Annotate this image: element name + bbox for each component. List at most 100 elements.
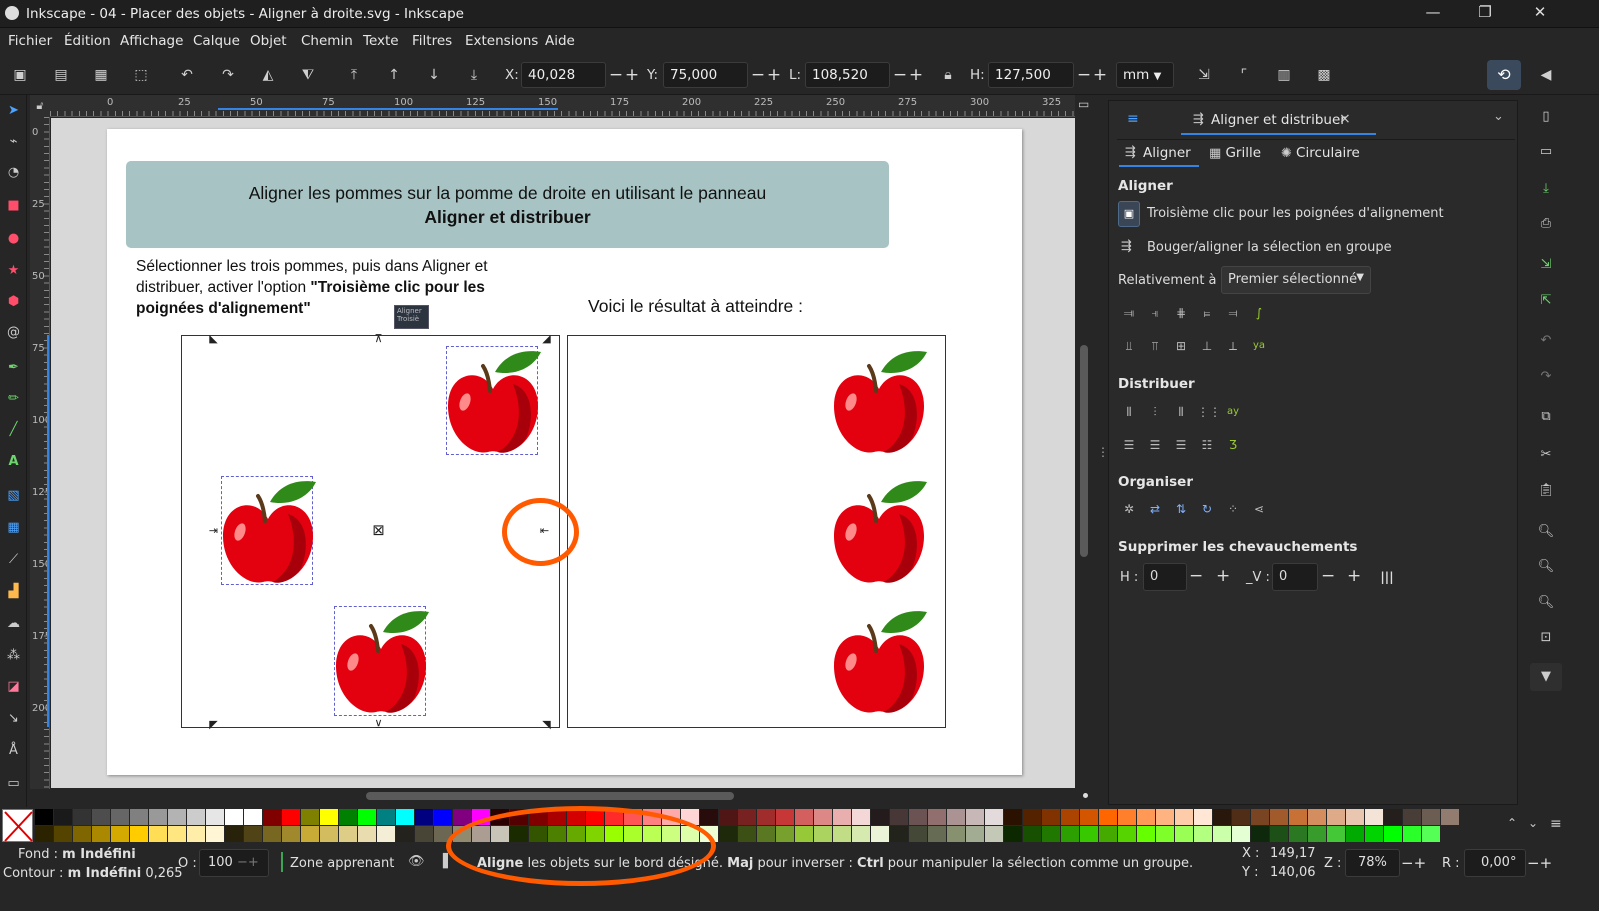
apple-middle-left[interactable] [218, 474, 318, 589]
color-swatch[interactable] [776, 826, 794, 842]
zoom-drawing-icon[interactable]: 🔍︎ [1536, 557, 1556, 577]
distribute-left-icon[interactable]: ⫴ [1119, 402, 1139, 422]
minimize-button[interactable]: — [1418, 3, 1448, 25]
align-handle-bottom-left-icon[interactable]: ◤ [208, 719, 219, 730]
import-icon[interactable]: ⇲ [1536, 255, 1556, 275]
relative-select[interactable]: Premier sélectionné ▼ [1221, 266, 1371, 294]
subtab-grille[interactable]: ▦ Grille [1209, 145, 1261, 161]
move-patterns-icon[interactable]: ▩ [1313, 64, 1335, 86]
color-swatch[interactable] [130, 826, 148, 842]
color-swatch[interactable] [35, 826, 53, 842]
color-swatch[interactable] [339, 826, 357, 842]
color-swatch[interactable] [1137, 809, 1155, 825]
color-swatch[interactable] [301, 826, 319, 842]
align-baseline-icon[interactable]: ya [1249, 336, 1269, 356]
measure-tool-icon[interactable]: Å [3, 740, 24, 761]
color-swatch[interactable] [358, 809, 376, 825]
third-click-toggle-icon[interactable]: ▣ [1118, 201, 1140, 227]
palette-scroll-down-icon[interactable]: ⌄ [1528, 816, 1538, 830]
distribute-gaps-h-icon[interactable]: ⋮⋮ [1197, 402, 1221, 422]
color-swatch[interactable] [1441, 809, 1459, 825]
menu-objet[interactable]: Objet [250, 33, 287, 49]
color-swatch[interactable] [187, 826, 205, 842]
overlap-v-increment[interactable]: + [1347, 566, 1361, 586]
panel-dropdown-icon[interactable]: ⌄ [1493, 109, 1504, 124]
color-swatch[interactable] [73, 826, 91, 842]
exchange-clockwise-icon[interactable]: ↻ [1197, 499, 1217, 519]
star-tool-icon[interactable]: ★ [3, 260, 24, 281]
distribute-centers-h-icon[interactable]: ⫶ [1145, 402, 1165, 422]
snap-toggle-icon[interactable]: ⟲ [1487, 60, 1521, 90]
mesh-tool-icon[interactable]: ▦ [3, 517, 24, 538]
rotate-cw-icon[interactable]: ↷ [217, 64, 239, 86]
color-swatch[interactable] [1061, 809, 1079, 825]
lower-icon[interactable]: ↓ [423, 64, 445, 86]
tweak-tool-icon[interactable]: ◔ [3, 162, 24, 183]
ellipse-tool-icon[interactable]: ● [3, 228, 24, 249]
color-swatch[interactable] [1365, 809, 1383, 825]
apple-result-bottom[interactable] [829, 604, 929, 719]
width-input[interactable]: 108,520 [805, 62, 890, 88]
scale-stroke-icon[interactable]: ⇲ [1193, 64, 1215, 86]
y-input[interactable]: 75,000 [663, 62, 748, 88]
node-tool-icon[interactable]: ⌁ [3, 131, 24, 152]
distribute-top-icon[interactable]: ☰ [1119, 435, 1139, 455]
color-swatch[interactable] [1004, 826, 1022, 842]
color-swatch[interactable] [225, 809, 243, 825]
color-swatch[interactable] [111, 809, 129, 825]
copy-icon[interactable]: ⧉ [1536, 407, 1556, 427]
color-swatch[interactable] [1289, 809, 1307, 825]
color-swatch[interactable] [1327, 826, 1345, 842]
center-horizontal-axis-icon[interactable]: ⊞ [1171, 336, 1191, 356]
tab-aligner-et-distribuer[interactable]: ⇶ Aligner et distribuer × [1181, 107, 1376, 135]
color-swatch[interactable] [35, 809, 53, 825]
align-bottom-to-top-icon[interactable]: ⫫ [1119, 336, 1139, 356]
menu-texte[interactable]: Texte [363, 33, 399, 49]
color-swatch[interactable] [1004, 809, 1022, 825]
move-group-icon[interactable]: ⇶ [1121, 239, 1132, 254]
tweak2-tool-icon[interactable]: ☁ [3, 613, 24, 634]
align-handle-top-icon[interactable]: ⊼ [373, 333, 384, 344]
distribute-baseline-v-icon[interactable]: Ʒ [1223, 435, 1243, 455]
color-swatch[interactable] [1023, 826, 1041, 842]
color-swatch[interactable] [738, 809, 756, 825]
color-swatch[interactable] [301, 809, 319, 825]
color-swatch[interactable] [377, 809, 395, 825]
rotation-input[interactable]: 0,00° [1464, 849, 1526, 877]
eraser-tool-icon[interactable]: ◪ [3, 676, 24, 697]
align-top-edges-icon[interactable]: ⫪ [1145, 336, 1165, 356]
color-swatch[interactable] [168, 809, 186, 825]
color-swatch[interactable] [1099, 826, 1117, 842]
current-layer[interactable]: Zone apprenant [290, 856, 394, 871]
color-swatch[interactable] [1118, 826, 1136, 842]
menu-chemin[interactable]: Chemin [301, 33, 353, 49]
color-swatch[interactable] [1099, 809, 1117, 825]
color-swatch[interactable] [1023, 809, 1041, 825]
color-swatch[interactable] [1346, 809, 1364, 825]
color-swatch[interactable] [1365, 826, 1383, 842]
subtab-aligner[interactable]: ⇶ Aligner [1119, 141, 1199, 167]
color-swatch[interactable] [1270, 809, 1288, 825]
height-input[interactable]: 127,500 [988, 62, 1074, 88]
selector-tool-icon[interactable]: ➤ [3, 100, 24, 121]
menu-filtres[interactable]: Filtres [412, 33, 452, 49]
overlap-h-decrement[interactable]: − [1189, 566, 1203, 586]
align-bottom-edges-icon[interactable]: ⊥ [1197, 336, 1217, 356]
connector-tool-icon[interactable]: ↘ [3, 708, 24, 729]
dropper-tool-icon[interactable]: ⟋ [3, 549, 24, 570]
menu-fichier[interactable]: Fichier [8, 33, 52, 49]
color-swatch[interactable] [985, 826, 1003, 842]
paste-icon[interactable]: 📋︎ [1536, 481, 1556, 501]
panel-resize-handle[interactable]: ⋮ [1097, 445, 1109, 463]
distribute-bottom-icon[interactable]: ☰ [1171, 435, 1191, 455]
raise-to-top-icon[interactable]: ⤒ [343, 64, 365, 86]
rotation-stepper[interactable]: −+ [1527, 854, 1552, 872]
rectangle-tool-icon[interactable]: ■ [3, 195, 24, 216]
new-document-icon[interactable]: ▯ [1536, 107, 1556, 127]
horizontal-ruler[interactable]: 0 25 50 75 100 125 150 175 200 225 250 2… [50, 95, 1075, 117]
apple-top-left[interactable] [443, 344, 543, 459]
panel-menu-icon[interactable]: ≡ [1127, 111, 1147, 131]
color-swatch[interactable] [1270, 826, 1288, 842]
color-swatch[interactable] [415, 809, 433, 825]
color-swatch[interactable] [1422, 809, 1440, 825]
